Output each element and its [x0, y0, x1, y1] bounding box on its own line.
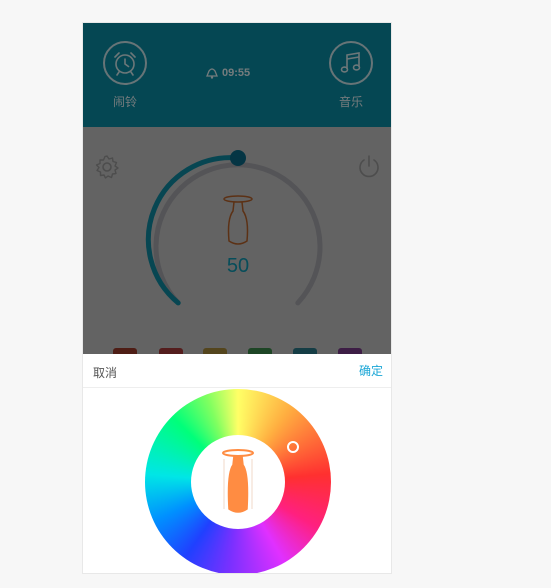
cancel-button[interactable]: 取消: [93, 364, 117, 381]
confirm-button[interactable]: 确定: [359, 362, 383, 379]
color-wheel[interactable]: [145, 389, 331, 573]
lamp-preview-icon: [222, 449, 254, 513]
color-picker-sheet: 取消 确定: [83, 354, 391, 573]
modal-overlay[interactable]: [83, 23, 391, 354]
color-preview: [191, 435, 285, 529]
sheet-toolbar: 取消 确定: [83, 354, 391, 388]
color-wheel-handle[interactable]: [287, 441, 299, 453]
phone-screen: 闹铃 09:55 音乐: [82, 22, 392, 574]
